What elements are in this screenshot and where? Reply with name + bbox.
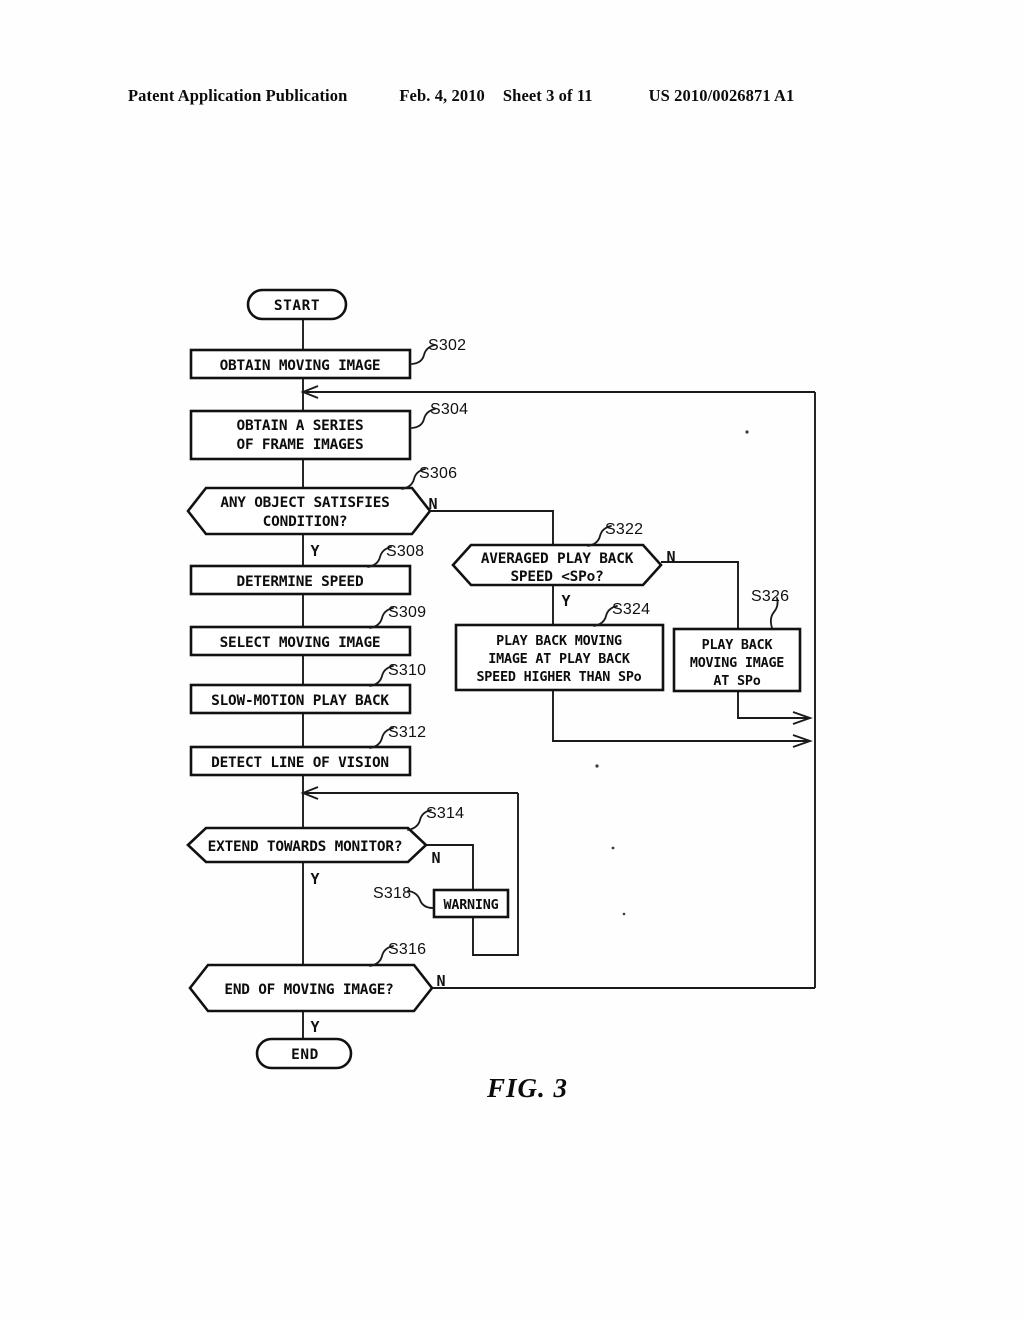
node-s304-line2: OF FRAME IMAGES: [237, 437, 364, 453]
scan-speck: [622, 912, 626, 916]
node-s312: DETECT LINE OF VISION: [189, 745, 412, 777]
node-s326-line3: AT SPo: [713, 674, 760, 689]
connector-s324-to-right-rail: [552, 690, 808, 742]
connector-s306-no-to-s322: [411, 510, 554, 545]
branch-label-s316-no: N: [436, 972, 445, 990]
node-s316-label: END OF MOVING IMAGE?: [224, 982, 393, 998]
node-s310-label: SLOW-MOTION PLAY BACK: [211, 693, 389, 709]
node-s324-line3: SPEED HIGHER THAN SPo: [476, 670, 641, 685]
node-s312-label: DETECT LINE OF VISION: [211, 755, 389, 771]
node-s324-line1: PLAY BACK MOVING: [496, 634, 622, 649]
step-id-s302: S302: [428, 337, 466, 354]
node-s318-label: WARNING: [443, 898, 498, 913]
node-s324-line2: IMAGE AT PLAY BACK: [488, 652, 631, 667]
node-s322-line1: AVERAGED PLAY BACK: [481, 551, 634, 567]
branch-label-s306-no: N: [428, 495, 437, 513]
step-id-s322: S322: [605, 521, 643, 538]
step-id-s308: S308: [386, 543, 424, 560]
node-s308-label: DETERMINE SPEED: [237, 574, 364, 590]
step-id-s318: S318: [373, 885, 411, 902]
branch-label-s314-no: N: [431, 849, 440, 867]
step-id-s314: S314: [426, 805, 464, 822]
connector-s318-to-feedback-rail: [472, 793, 519, 956]
figure-3-flowchart: START OBTAIN MOVING IMAGE S302 OBTAIN A …: [0, 0, 1024, 1320]
step-id-s312: S312: [388, 724, 426, 741]
step-id-s304: S304: [430, 401, 468, 418]
branch-label-s306-yes: Y: [310, 542, 319, 560]
connector-s322-no-to-s326: [661, 561, 739, 629]
node-s318: WARNING: [432, 888, 510, 919]
node-s302: OBTAIN MOVING IMAGE: [189, 348, 412, 380]
figure-caption: FIG. 3: [486, 1073, 568, 1103]
scan-speck: [611, 846, 615, 850]
node-s309-label: SELECT MOVING IMAGE: [220, 635, 381, 651]
node-s326-line2: MOVING IMAGE: [690, 656, 784, 671]
node-s314-label: EXTEND TOWARDS MONITOR?: [208, 839, 403, 855]
node-end-label: END: [291, 1047, 319, 1063]
branch-label-s316-yes: Y: [310, 1018, 319, 1036]
branch-label-s314-yes: Y: [310, 870, 319, 888]
node-s306: ANY OBJECT SATISFIES CONDITION?: [186, 486, 432, 536]
node-s309: SELECT MOVING IMAGE: [189, 625, 412, 657]
node-s306-line1: ANY OBJECT SATISFIES: [220, 495, 389, 511]
step-id-s309: S309: [388, 604, 426, 621]
node-s322: AVERAGED PLAY BACK SPEED <SPo?: [451, 543, 663, 587]
scan-speck: [595, 764, 599, 768]
node-s304: OBTAIN A SERIES OF FRAME IMAGES: [189, 409, 412, 461]
patent-page: Patent Application Publication Feb. 4, 2…: [0, 0, 1024, 1320]
leader-s318: [407, 890, 434, 909]
node-s302-label: OBTAIN MOVING IMAGE: [220, 358, 381, 374]
node-s326: PLAY BACK MOVING IMAGE AT SPo: [672, 627, 802, 693]
branch-label-s322-no: N: [666, 548, 675, 566]
step-id-s326: S326: [751, 588, 789, 605]
node-s316: END OF MOVING IMAGE?: [188, 963, 434, 1013]
node-s304-line1: OBTAIN A SERIES: [237, 418, 364, 434]
node-s322-line2: SPEED <SPo?: [510, 569, 603, 585]
node-s310: SLOW-MOTION PLAY BACK: [189, 683, 412, 715]
step-id-s310: S310: [388, 662, 426, 679]
node-s306-line2: CONDITION?: [263, 514, 348, 530]
step-id-s306: S306: [419, 465, 457, 482]
node-end: END: [255, 1037, 353, 1070]
step-id-s316: S316: [388, 941, 426, 958]
node-s326-line1: PLAY BACK: [702, 638, 774, 653]
node-start: START: [246, 288, 348, 321]
node-s308: DETERMINE SPEED: [189, 564, 412, 596]
node-start-label: START: [274, 298, 320, 314]
scan-speck: [745, 430, 749, 434]
node-s314: EXTEND TOWARDS MONITOR?: [186, 826, 428, 864]
step-id-s324: S324: [612, 601, 650, 618]
node-s324: PLAY BACK MOVING IMAGE AT PLAY BACK SPEE…: [454, 623, 665, 692]
branch-label-s322-yes: Y: [561, 592, 570, 610]
